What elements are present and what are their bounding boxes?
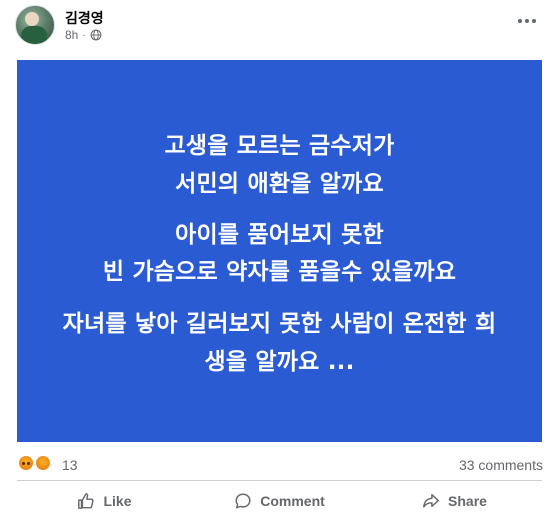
thumbs-up-icon: [78, 493, 95, 509]
image-text-line-6: 생을 알까요 ...: [204, 349, 355, 375]
share-label: Share: [448, 493, 487, 509]
image-text-line-3: 아이를 품어보지 못한: [175, 222, 384, 248]
post-stats: 13 33 comments: [0, 448, 560, 478]
comment-label: Comment: [260, 493, 325, 509]
more-options-icon[interactable]: [518, 14, 542, 28]
globe-icon[interactable]: [90, 29, 102, 41]
like-button[interactable]: Like: [17, 484, 192, 518]
angry-reaction-icon[interactable]: [17, 454, 35, 472]
post-header: 김경영 8h ·: [0, 0, 560, 58]
post-actions: Like Comment Share: [17, 484, 542, 518]
post-meta: 8h ·: [65, 28, 102, 42]
author-name[interactable]: 김경영: [65, 8, 104, 28]
post-image-text-card[interactable]: 고생을 모르는 금수저가 서민의 애환을 알까요 아이를 품어보지 못한 빈 가…: [17, 60, 542, 442]
comments-count[interactable]: 33 comments: [459, 457, 543, 473]
comment-icon: [235, 493, 251, 509]
image-text-line-1: 고생을 모르는 금수저가: [164, 133, 395, 159]
image-text-line-5: 자녀를 낳아 길러보지 못한 사람이 온전한 희: [62, 311, 497, 337]
like-label: Like: [103, 493, 132, 509]
image-text-line-4: 빈 가슴으로 약자를 품을수 있을까요: [102, 259, 457, 285]
reaction-count[interactable]: 13: [62, 457, 78, 473]
haha-reaction-icon[interactable]: [34, 454, 52, 472]
divider: [17, 480, 542, 481]
meta-separator: ·: [82, 29, 86, 41]
post-time[interactable]: 8h: [65, 28, 78, 42]
comment-button[interactable]: Comment: [192, 484, 367, 518]
author-avatar[interactable]: [15, 5, 55, 45]
share-icon: [423, 493, 439, 508]
share-button[interactable]: Share: [367, 484, 542, 518]
image-text-line-2: 서민의 애환을 알까요: [175, 171, 384, 197]
